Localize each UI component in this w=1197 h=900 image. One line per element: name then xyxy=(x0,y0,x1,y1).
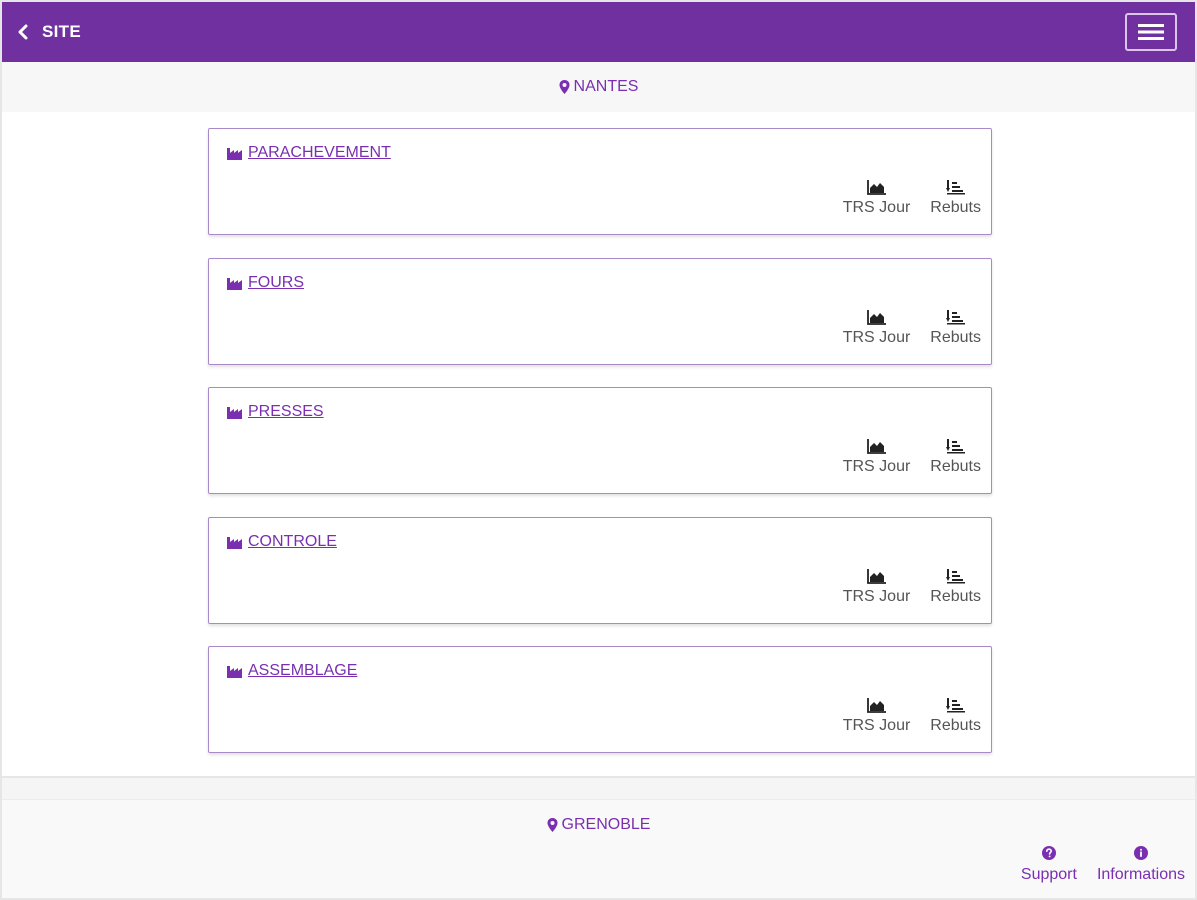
area-chart-icon xyxy=(866,698,886,713)
section-divider xyxy=(2,776,1195,800)
rebuts-button[interactable]: Rebuts xyxy=(930,568,981,606)
chevron-left-icon xyxy=(18,24,28,40)
card-actions: TRS Jour Rebuts xyxy=(843,697,981,735)
info-circle-icon xyxy=(1133,846,1148,860)
support-button[interactable]: Support xyxy=(1021,846,1077,884)
sort-amount-icon xyxy=(945,439,965,454)
map-pin-icon xyxy=(559,80,570,94)
workshop-link[interactable]: PRESSES xyxy=(227,403,324,421)
back-label: SITE xyxy=(42,22,81,41)
site-name: GRENOBLE xyxy=(561,816,651,833)
card-actions: TRS Jour Rebuts xyxy=(843,309,981,347)
workshop-card: CONTROLE TRS Jour Rebuts xyxy=(208,517,992,624)
site-header-nantes: NANTES xyxy=(2,62,1195,112)
area-chart-icon xyxy=(866,569,886,584)
factory-icon xyxy=(227,537,242,549)
workshop-link[interactable]: PARACHEVEMENT xyxy=(227,144,391,162)
map-pin-icon xyxy=(547,818,558,832)
sort-amount-icon xyxy=(945,180,965,195)
area-chart-icon xyxy=(866,180,886,195)
card-actions: TRS Jour Rebuts xyxy=(843,568,981,606)
sort-amount-icon xyxy=(945,698,965,713)
workshop-link[interactable]: ASSEMBLAGE xyxy=(227,662,357,680)
rebuts-button[interactable]: Rebuts xyxy=(930,309,981,347)
factory-icon xyxy=(227,666,242,678)
footer-links: Support Informations xyxy=(1021,846,1185,884)
site-toggle-nantes[interactable]: NANTES xyxy=(559,78,639,96)
menu-button[interactable] xyxy=(1125,13,1177,51)
card-actions: TRS Jour Rebuts xyxy=(843,179,981,217)
rebuts-button[interactable]: Rebuts xyxy=(930,697,981,735)
question-circle-icon xyxy=(1041,846,1056,860)
factory-icon xyxy=(227,407,242,419)
workshop-link[interactable]: FOURS xyxy=(227,274,304,292)
informations-button[interactable]: Informations xyxy=(1097,846,1185,884)
site-content-nantes: PARACHEVEMENT TRS Jour Rebuts FOURS TRS … xyxy=(2,112,1195,776)
trs-jour-button[interactable]: TRS Jour xyxy=(843,309,910,347)
workshop-card: ASSEMBLAGE TRS Jour Rebuts xyxy=(208,646,992,753)
workshop-card: PARACHEVEMENT TRS Jour Rebuts xyxy=(208,128,992,235)
rebuts-button[interactable]: Rebuts xyxy=(930,179,981,217)
area-chart-icon xyxy=(866,310,886,325)
workshop-link[interactable]: CONTROLE xyxy=(227,533,337,551)
trs-jour-button[interactable]: TRS Jour xyxy=(843,568,910,606)
sort-amount-icon xyxy=(945,310,965,325)
site-name: NANTES xyxy=(573,78,639,95)
workshop-card: PRESSES TRS Jour Rebuts xyxy=(208,387,992,494)
app-bar: SITE xyxy=(2,2,1195,62)
card-actions: TRS Jour Rebuts xyxy=(843,438,981,476)
area-chart-icon xyxy=(866,439,886,454)
sort-amount-icon xyxy=(945,569,965,584)
workshop-card: FOURS TRS Jour Rebuts xyxy=(208,258,992,365)
trs-jour-button[interactable]: TRS Jour xyxy=(843,697,910,735)
app-screen: SITE NANTES PARACHEVEMENT TRS Jour Rebut… xyxy=(0,0,1197,900)
factory-icon xyxy=(227,278,242,290)
factory-icon xyxy=(227,148,242,160)
site-header-grenoble: GRENOBLE xyxy=(2,800,1195,898)
back-button[interactable]: SITE xyxy=(16,22,81,42)
site-toggle-grenoble[interactable]: GRENOBLE xyxy=(2,816,1195,834)
trs-jour-button[interactable]: TRS Jour xyxy=(843,179,910,217)
trs-jour-button[interactable]: TRS Jour xyxy=(843,438,910,476)
hamburger-menu-icon xyxy=(1138,24,1164,40)
rebuts-button[interactable]: Rebuts xyxy=(930,438,981,476)
